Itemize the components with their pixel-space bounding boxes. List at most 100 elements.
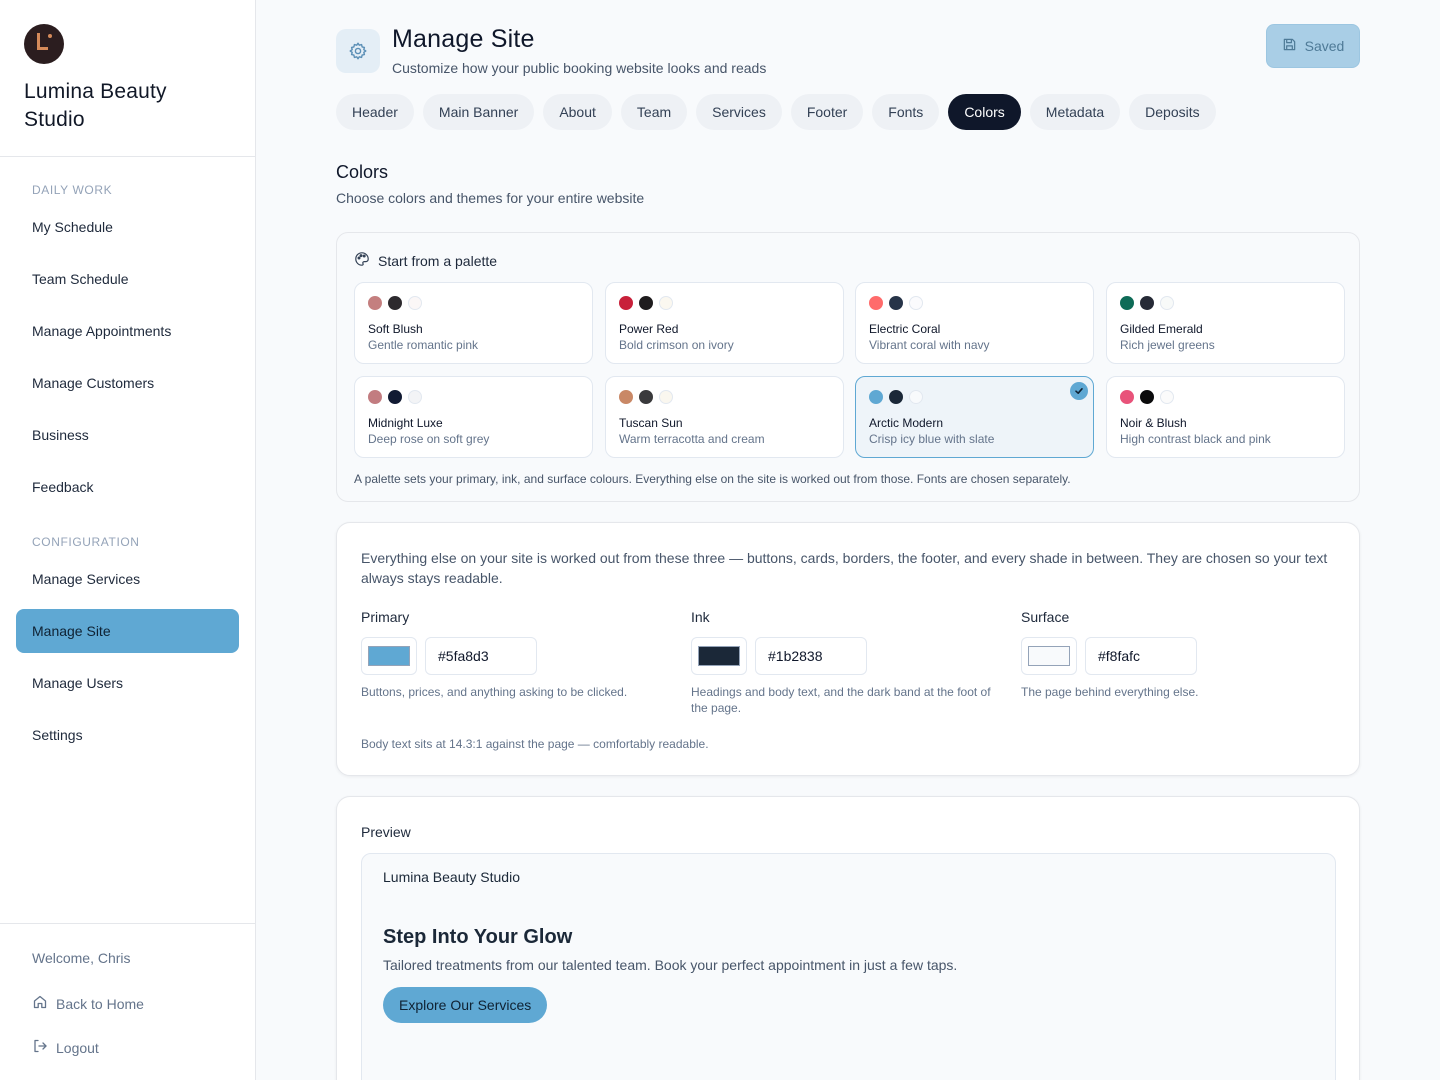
page-title: Manage Site	[392, 25, 535, 53]
primary-hex-input[interactable]	[425, 637, 537, 675]
back-to-home-label: Back to Home	[56, 995, 144, 1012]
palette-description: Gentle romantic pink	[368, 338, 479, 352]
palette-swatches	[1120, 390, 1174, 404]
logout-link[interactable]: Logout	[32, 1038, 99, 1057]
sidebar-item-manage-users[interactable]: Manage Users	[16, 661, 239, 705]
tab-bar: Header Main Banner About Team Services F…	[336, 94, 1216, 130]
preview-label: Preview	[361, 824, 411, 840]
tab-main-banner[interactable]: Main Banner	[422, 94, 535, 130]
sidebar-item-settings[interactable]: Settings	[16, 713, 239, 757]
palette-option-noir-blush[interactable]: Noir & Blush High contrast black and pink	[1106, 376, 1345, 458]
tab-header[interactable]: Header	[336, 94, 414, 130]
palette-name: Power Red	[619, 322, 679, 336]
surface-help: The page behind everything else.	[1021, 685, 1199, 699]
logout-icon	[32, 1038, 48, 1057]
tab-footer[interactable]: Footer	[790, 94, 864, 130]
tab-colors[interactable]: Colors	[948, 94, 1021, 130]
palette-swatch-dot	[1140, 296, 1154, 310]
colors-card: Everything else on your site is worked o…	[336, 522, 1360, 776]
palette-name: Electric Coral	[869, 322, 941, 336]
sidebar-item-team-schedule[interactable]: Team Schedule	[16, 257, 239, 301]
palette-swatches	[368, 296, 422, 310]
palette-option-electric-coral[interactable]: Electric Coral Vibrant coral with navy	[855, 282, 1094, 364]
palette-name: Midnight Luxe	[368, 416, 443, 430]
palette-description: Crisp icy blue with slate	[869, 432, 995, 446]
sidebar-item-feedback[interactable]: Feedback	[16, 465, 239, 509]
nav-section-configuration: CONFIGURATION	[32, 535, 140, 549]
palette-swatch-dot	[889, 296, 903, 310]
palette-name: Soft Blush	[368, 322, 423, 336]
tab-deposits[interactable]: Deposits	[1129, 94, 1216, 130]
palette-swatches	[869, 296, 923, 310]
logout-label: Logout	[56, 1039, 99, 1056]
ink-help: Headings and body text, and the dark ban…	[691, 685, 991, 715]
tab-team[interactable]: Team	[620, 94, 688, 130]
tab-metadata[interactable]: Metadata	[1029, 94, 1121, 130]
ink-color-picker[interactable]	[691, 637, 747, 675]
preview-card: Preview Lumina Beauty Studio Step Into Y…	[336, 796, 1360, 1080]
ink-hex-input[interactable]	[755, 637, 867, 675]
palette-option-midnight-luxe[interactable]: Midnight Luxe Deep rose on soft grey	[354, 376, 593, 458]
palette-swatch-dot	[1160, 296, 1174, 310]
palette-swatch-dot	[869, 296, 883, 310]
palette-swatch-dot	[408, 296, 422, 310]
primary-swatch	[368, 646, 410, 666]
color-field-primary: Primary Buttons, prices, and anything as…	[361, 609, 661, 700]
palette-heading-text: Start from a palette	[378, 252, 498, 269]
brand-logo	[24, 24, 64, 64]
palette-swatch-dot	[909, 390, 923, 404]
palette-option-gilded-emerald[interactable]: Gilded Emerald Rich jewel greens	[1106, 282, 1345, 364]
sidebar-item-manage-services[interactable]: Manage Services	[16, 557, 239, 601]
surface-label: Surface	[1021, 609, 1070, 625]
section-title: Colors	[336, 162, 389, 182]
contrast-note: Body text sits at 14.3:1 against the pag…	[361, 737, 709, 751]
page-subtitle: Customize how your public booking websit…	[392, 60, 767, 76]
primary-color-picker[interactable]	[361, 637, 417, 675]
sidebar-item-manage-customers[interactable]: Manage Customers	[16, 361, 239, 405]
palette-name: Noir & Blush	[1120, 416, 1187, 430]
tab-fonts[interactable]: Fonts	[872, 94, 940, 130]
surface-swatch	[1028, 646, 1070, 666]
tab-about[interactable]: About	[543, 94, 612, 130]
nav-section-daily-work: DAILY WORK	[32, 183, 113, 197]
back-to-home-link[interactable]: Back to Home	[32, 994, 144, 1013]
sidebar-footer: Welcome, Chris Back to Home Logout	[0, 923, 255, 1080]
palette-description: Vibrant coral with navy	[869, 338, 990, 352]
preview-site: Lumina Beauty Studio Step Into Your Glow…	[361, 853, 1336, 1080]
palette-heading: Start from a palette	[354, 251, 497, 270]
sidebar-item-business[interactable]: Business	[16, 413, 239, 457]
surface-color-picker[interactable]	[1021, 637, 1077, 675]
surface-hex-input[interactable]	[1085, 637, 1197, 675]
preview-title: Step Into Your Glow	[383, 926, 573, 948]
palette-option-soft-blush[interactable]: Soft Blush Gentle romantic pink	[354, 282, 593, 364]
ink-label: Ink	[691, 609, 710, 625]
palette-swatch-dot	[368, 390, 382, 404]
palette-swatch-dot	[1120, 296, 1134, 310]
tab-services[interactable]: Services	[696, 94, 782, 130]
sidebar-item-manage-site[interactable]: Manage Site	[16, 609, 239, 653]
palette-name: Arctic Modern	[869, 416, 944, 430]
color-field-surface: Surface The page behind everything else.	[1021, 609, 1321, 700]
palette-note: A palette sets your primary, ink, and su…	[354, 472, 1071, 486]
palette-option-power-red[interactable]: Power Red Bold crimson on ivory	[605, 282, 844, 364]
saved-label: Saved	[1304, 38, 1345, 54]
ink-swatch	[698, 646, 740, 666]
palette-name: Tuscan Sun	[619, 416, 683, 430]
selected-check-icon	[1070, 382, 1088, 400]
palette-option-arctic-modern[interactable]: Arctic Modern Crisp icy blue with slate	[855, 376, 1094, 458]
palette-swatch-dot	[368, 296, 382, 310]
sidebar-item-manage-appointments[interactable]: Manage Appointments	[16, 309, 239, 353]
palette-swatch-dot	[1160, 390, 1174, 404]
saved-button[interactable]: Saved	[1266, 24, 1360, 68]
palette-swatch-dot	[889, 390, 903, 404]
palette-swatch-dot	[1120, 390, 1134, 404]
palette-card: Start from a palette Soft Blush Gentle ro…	[336, 232, 1360, 502]
palette-swatch-dot	[639, 390, 653, 404]
primary-help: Buttons, prices, and anything asking to …	[361, 685, 628, 699]
palette-swatch-dot	[1140, 390, 1154, 404]
palette-option-tuscan-sun[interactable]: Tuscan Sun Warm terracotta and cream	[605, 376, 844, 458]
palette-swatch-dot	[659, 296, 673, 310]
sidebar-item-my-schedule[interactable]: My Schedule	[16, 205, 239, 249]
palette-swatch-dot	[408, 390, 422, 404]
preview-explore-button[interactable]: Explore Our Services	[383, 987, 548, 1023]
